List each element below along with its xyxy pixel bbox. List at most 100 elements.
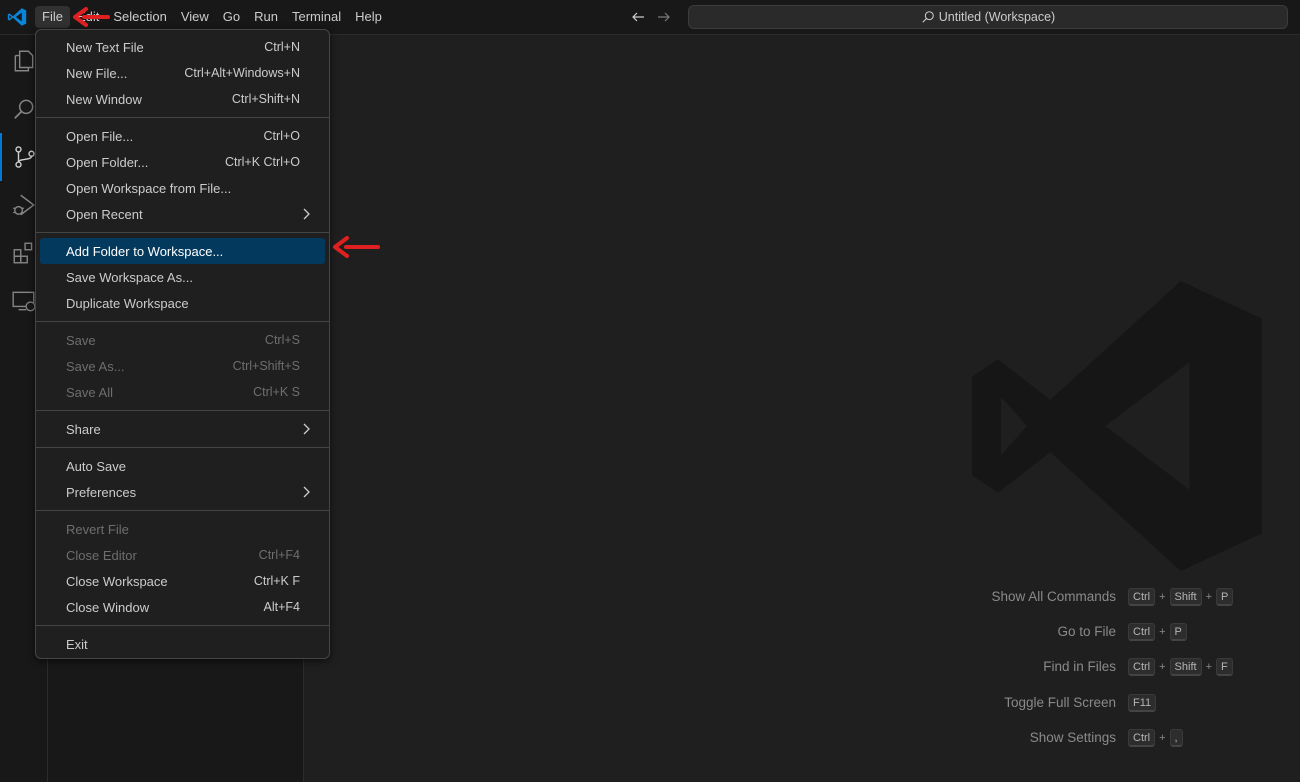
menu-item-close-window[interactable]: Close Window Alt+F4 — [40, 594, 325, 620]
key-plus: + — [1159, 732, 1166, 744]
shortcut-label: Go to File — [1057, 624, 1116, 639]
menu-run[interactable]: Run — [247, 6, 285, 28]
menu-item-label: Save All — [66, 384, 113, 400]
menu-item-label: Close Workspace — [66, 573, 168, 589]
shortcut-keys: Ctrl + Shift + P — [1128, 588, 1234, 606]
menu-selection[interactable]: Selection — [106, 6, 173, 28]
menu-separator — [36, 117, 329, 118]
menu-item-shortcut: Ctrl+K S — [253, 385, 300, 399]
menu-item-open-recent[interactable]: Open Recent — [40, 201, 325, 227]
menu-item-shortcut: Ctrl+Shift+S — [232, 359, 300, 373]
menu-separator — [36, 232, 329, 233]
menu-item-shortcut: Ctrl+Alt+Windows+N — [184, 66, 300, 80]
menu-item-shortcut: Ctrl+Shift+N — [231, 92, 300, 106]
menu-item-preferences[interactable]: Preferences — [40, 479, 325, 505]
menu-item-label: Revert File — [66, 521, 129, 537]
menu-item-label: Save Workspace As... — [66, 269, 193, 285]
shortcut-label: Find in Files — [1043, 659, 1116, 674]
menu-item-open-folder[interactable]: Open Folder... Ctrl+K Ctrl+O — [40, 149, 325, 175]
menu-file[interactable]: File — [35, 6, 70, 28]
menu-item-label: Preferences — [66, 484, 137, 500]
menu-item-auto-save[interactable]: Auto Save — [40, 453, 325, 479]
keycap: P — [1216, 588, 1234, 606]
chevron-right-icon — [303, 423, 310, 435]
editor-area: Show All Commands Ctrl + Shift + P Go to File C… — [304, 35, 1300, 782]
command-center-search[interactable]: Untitled (Workspace) — [688, 5, 1288, 29]
menu-item-save-all[interactable]: Save All Ctrl+K S — [40, 379, 325, 405]
keycap: Ctrl — [1128, 658, 1156, 676]
menu-item-save-as[interactable]: Save As... Ctrl+Shift+S — [40, 353, 325, 379]
menu-separator — [36, 321, 329, 322]
key-plus: + — [1159, 661, 1166, 673]
navigation-arrows — [630, 8, 672, 26]
chevron-right-icon — [303, 208, 310, 220]
menu-item-save-workspace-as[interactable]: Save Workspace As... — [40, 264, 325, 290]
chevron-right-icon — [303, 486, 310, 498]
vscode-logo-icon[interactable] — [7, 7, 27, 27]
menu-item-label: Add Folder to Workspace... — [66, 243, 224, 259]
menu-item-label: Exit — [66, 636, 88, 652]
menu-item-shortcut: Ctrl+K F — [253, 574, 300, 588]
menu-item-label: Open Workspace from File... — [66, 180, 232, 196]
menu-item-share[interactable]: Share — [40, 416, 325, 442]
shortcut-keys: Ctrl + P — [1128, 623, 1187, 641]
menu-item-revert-file[interactable]: Revert File — [40, 516, 325, 542]
file-menu-dropdown: New Text File Ctrl+N New File... Ctrl+Alt+W… — [35, 29, 330, 659]
menu-item-label: Open Folder... — [66, 154, 149, 170]
menu-item-label: Auto Save — [66, 458, 126, 474]
menu-item-shortcut: Ctrl+S — [264, 333, 300, 347]
menu-item-open-workspace-from-file[interactable]: Open Workspace from File... — [40, 175, 325, 201]
menu-item-label: Open Recent — [66, 206, 143, 222]
back-arrow-icon[interactable] — [630, 8, 646, 26]
shortcut-label: Show All Commands — [991, 589, 1116, 604]
menu-item-label: New Window — [66, 91, 142, 107]
menu-item-save[interactable]: Save Ctrl+S — [40, 327, 325, 353]
menu-item-label: Share — [66, 421, 101, 437]
shortcut-keys: F11 — [1128, 694, 1157, 712]
keycap: F — [1216, 658, 1233, 676]
shortcut-label: Show Settings — [1029, 730, 1116, 745]
keycap: Ctrl — [1128, 729, 1156, 747]
keycap: F11 — [1128, 694, 1157, 712]
menu-terminal[interactable]: Terminal — [285, 6, 348, 28]
menu-item-shortcut: Alt+F4 — [263, 600, 300, 614]
keycap: Ctrl — [1128, 588, 1156, 606]
menu-item-close-workspace[interactable]: Close Workspace Ctrl+K F — [40, 568, 325, 594]
keycap: , — [1169, 729, 1183, 747]
keycap: Shift — [1169, 658, 1202, 676]
menu-item-open-file[interactable]: Open File... Ctrl+O — [40, 123, 325, 149]
menu-item-label: New Text File — [66, 39, 144, 55]
forward-arrow-icon[interactable] — [656, 8, 672, 26]
key-plus: + — [1159, 591, 1166, 603]
menu-item-shortcut: Ctrl+K Ctrl+O — [224, 155, 300, 169]
shortcut-label: Toggle Full Screen — [1004, 695, 1116, 710]
keycap: P — [1169, 623, 1187, 641]
menu-item-new-text-file[interactable]: New Text File Ctrl+N — [40, 34, 325, 60]
menu-item-duplicate-workspace[interactable]: Duplicate Workspace — [40, 290, 325, 316]
menu-item-new-file[interactable]: New File... Ctrl+Alt+Windows+N — [40, 60, 325, 86]
menu-view[interactable]: View — [174, 6, 216, 28]
menu-separator — [36, 510, 329, 511]
menu-item-label: Save — [66, 332, 96, 348]
menu-item-label: Save As... — [66, 358, 125, 374]
menu-item-label: Duplicate Workspace — [66, 295, 189, 311]
menu-help[interactable]: Help — [348, 6, 389, 28]
annotation-arrow-icon — [333, 236, 380, 258]
menu-item-label: Close Window — [66, 599, 150, 615]
menu-item-new-window[interactable]: New Window Ctrl+Shift+N — [40, 86, 325, 112]
menu-item-shortcut: Ctrl+N — [264, 40, 300, 54]
menu-item-label: New File... — [66, 65, 128, 81]
menu-item-close-editor[interactable]: Close Editor Ctrl+F4 — [40, 542, 325, 568]
search-icon — [922, 11, 934, 23]
menu-item-add-folder-to-workspace[interactable]: Add Folder to Workspace... — [40, 238, 325, 264]
key-plus: + — [1205, 661, 1212, 673]
menu-item-shortcut: Ctrl+F4 — [258, 548, 300, 562]
vscode-watermark-icon — [972, 281, 1262, 571]
key-plus: + — [1159, 626, 1166, 638]
menu-separator — [36, 625, 329, 626]
menu-separator — [36, 410, 329, 411]
keycap: Ctrl — [1128, 623, 1156, 641]
menu-item-exit[interactable]: Exit — [40, 631, 325, 657]
shortcut-keys: Ctrl +, — [1128, 729, 1183, 747]
menu-go[interactable]: Go — [216, 6, 247, 28]
